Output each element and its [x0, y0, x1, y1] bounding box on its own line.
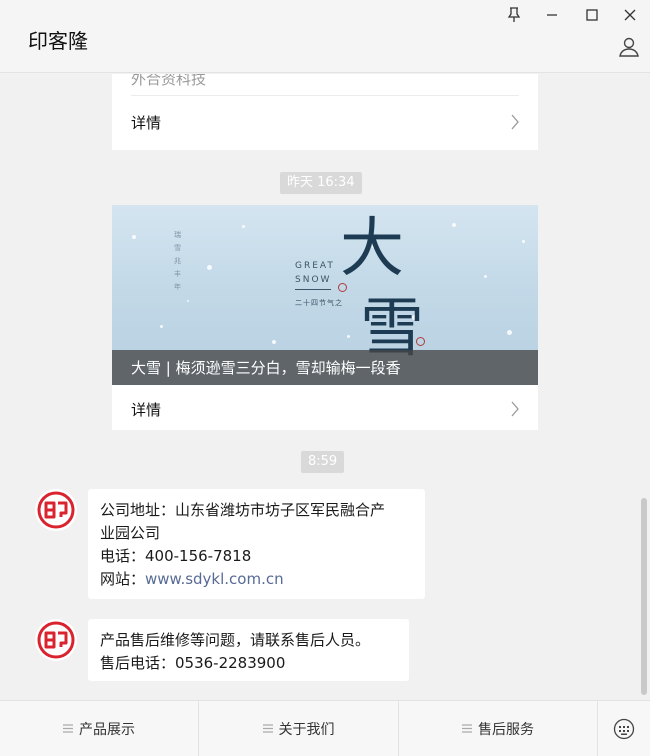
message-line: 业园公司	[100, 524, 161, 542]
seal-mark	[416, 337, 425, 346]
brand-logo-icon	[37, 491, 75, 529]
message-line: 电话：400-156-7818	[100, 547, 252, 565]
snowflake	[507, 330, 512, 335]
article-subtitle: 外合资科技	[131, 74, 207, 88]
article-banner-image[interactable]: 瑞雪兆丰年 GREAT SNOW 二十四节气之 大 雪 大雪 | 梅须逊雪三分白…	[112, 205, 538, 385]
menu-product-showcase[interactable]: 产品展示	[0, 701, 199, 756]
hamburger-icon	[63, 721, 73, 737]
banner-rule	[295, 289, 331, 290]
message-line: 产品售后维修等问题，请联系售后人员。	[100, 631, 371, 649]
detail-label: 详情	[131, 401, 162, 419]
message-bubble[interactable]: 产品售后维修等问题，请联系售后人员。 售后电话：0536-2283900	[88, 619, 409, 681]
hamburger-icon	[262, 721, 273, 737]
bottom-menu-bar: 产品展示 关于我们 售后服务	[0, 700, 650, 756]
menu-label: 售后服务	[478, 722, 534, 738]
menu-label: 产品展示	[79, 722, 135, 738]
article-detail-link[interactable]: 详情	[112, 100, 538, 144]
snowflake	[272, 340, 276, 344]
avatar[interactable]	[35, 619, 77, 661]
snowflake	[522, 240, 525, 243]
article-caption: 大雪 | 梅须逊雪三分白，雪却输梅一段香	[131, 359, 401, 377]
website-link[interactable]: www.sdykl.com.cn	[145, 570, 284, 588]
banner-big-char: 大	[340, 212, 404, 286]
chevron-right-icon	[510, 114, 520, 134]
chat-area[interactable]: 外合资科技 详情 昨天 16:34 瑞雪兆丰年 GREAT SNOW 二十四节气…	[0, 74, 650, 699]
minimize-icon[interactable]	[538, 4, 566, 26]
snowflake	[242, 225, 245, 228]
maximize-icon[interactable]	[578, 4, 606, 26]
message-line: 公司地址：山东省潍坊市坊子区军民融合产	[100, 501, 386, 519]
message-line: 网站：www.sdykl.com.cn	[100, 568, 413, 591]
close-icon[interactable]	[616, 4, 644, 26]
timestamp-badge: 昨天 16:34	[280, 172, 362, 194]
banner-en-line2: SNOW	[295, 275, 332, 285]
article-card[interactable]: 外合资科技 详情	[112, 74, 538, 150]
menu-about-us[interactable]: 关于我们	[199, 701, 399, 756]
snowflake	[484, 275, 487, 278]
message-bubble[interactable]: 公司地址：山东省潍坊市坊子区军民融合产 业园公司 电话：400-156-7818…	[88, 489, 425, 599]
detail-label: 详情	[131, 114, 162, 132]
snowflake	[160, 325, 163, 328]
chat-window: 印客隆 外合资科技 详情 昨天 16:34 瑞雪兆丰年 GREAT SNOW 二…	[0, 0, 650, 756]
banner-cn-small: 二十四节气之	[295, 299, 343, 307]
pin-icon[interactable]	[500, 4, 528, 26]
avatar[interactable]	[35, 489, 77, 531]
snowflake	[132, 235, 136, 239]
chevron-right-icon	[510, 401, 520, 421]
banner-caption-bar: 大雪 | 梅须逊雪三分白，雪却输梅一段香	[112, 350, 538, 385]
user-icon[interactable]	[616, 34, 642, 60]
menu-label: 关于我们	[278, 722, 335, 738]
divider	[131, 95, 519, 96]
message-line: 售后电话：0536-2283900	[100, 654, 286, 672]
window-title: 印客隆	[28, 29, 88, 53]
article-card[interactable]: 瑞雪兆丰年 GREAT SNOW 二十四节气之 大 雪 大雪 | 梅须逊雪三分白…	[112, 205, 538, 430]
title-bar: 印客隆	[0, 0, 650, 73]
banner-vertical-text: 瑞雪兆丰年	[174, 231, 181, 291]
chat-scrollbar[interactable]	[641, 498, 647, 695]
snowflake	[452, 223, 456, 227]
article-detail-link[interactable]: 详情	[112, 387, 538, 431]
snowflake	[347, 335, 350, 338]
brand-logo-icon	[37, 621, 75, 659]
snowflake	[207, 265, 212, 270]
hamburger-icon	[462, 721, 472, 737]
snowflake	[187, 300, 189, 302]
site-label: 网站：	[100, 570, 146, 588]
seal-mark	[338, 283, 347, 292]
timestamp-badge: 8:59	[301, 451, 345, 473]
menu-after-sales[interactable]: 售后服务	[399, 701, 598, 756]
banner-en-line1: GREAT	[295, 261, 335, 271]
banner-en-title: GREAT SNOW	[295, 259, 335, 287]
keyboard-icon[interactable]	[598, 701, 650, 756]
